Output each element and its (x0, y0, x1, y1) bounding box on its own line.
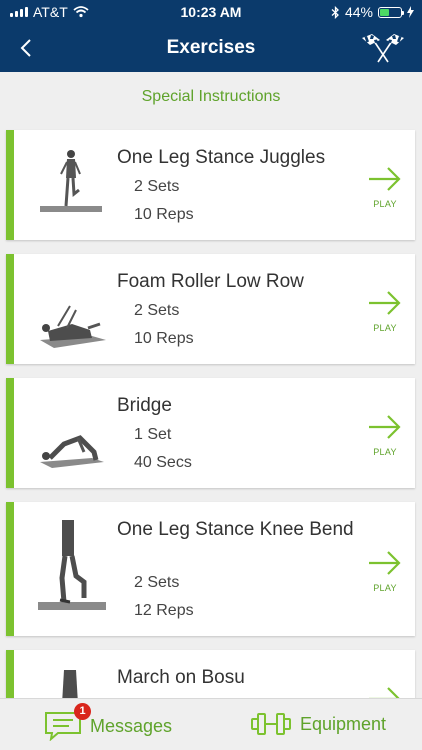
equipment-tab[interactable]: Equipment (250, 711, 386, 737)
play-label: PLAY (373, 199, 397, 209)
exercise-reps: 10 Reps (134, 330, 194, 347)
exercise-thumbnail (38, 520, 106, 610)
battery-percent: 44% (344, 4, 373, 20)
dumbbell-icon (251, 713, 291, 735)
play-button[interactable]: PLAY (367, 166, 403, 209)
exercise-sets: 2 Sets (134, 574, 180, 591)
bluetooth-icon (331, 5, 339, 19)
play-label: PLAY (373, 323, 397, 333)
nav-bar: Exercises (0, 24, 422, 72)
messages-label: Messages (90, 715, 173, 736)
exercise-name: Bridge (117, 395, 172, 416)
exercise-reps: 12 Reps (134, 602, 194, 619)
exercise-card[interactable]: One Leg Stance Knee Bend 2 Sets 12 Reps … (6, 502, 415, 636)
exercise-thumbnail (40, 150, 102, 212)
play-button[interactable]: PLAY (367, 290, 403, 333)
exercise-thumbnail (40, 435, 104, 468)
exercise-card[interactable]: Foam Roller Low Row 2 Sets 10 Reps PLAY (6, 254, 415, 364)
exercise-sets: 2 Sets (134, 302, 180, 319)
arrow-right-icon (369, 551, 401, 575)
play-label: PLAY (373, 583, 397, 593)
play-button[interactable]: PLAY (367, 414, 403, 457)
battery-icon (378, 6, 404, 18)
exercise-reps: 10 Reps (134, 206, 194, 223)
checkered-flags-icon[interactable] (358, 32, 408, 64)
exercise-sets: 2 Sets (134, 178, 180, 195)
exercise-thumbnail (40, 305, 106, 348)
exercise-name: Foam Roller Low Row (117, 271, 304, 292)
play-button[interactable]: PLAY (367, 550, 403, 593)
charging-icon (407, 6, 414, 18)
exercise-sets: 1 Set (134, 426, 172, 443)
exercise-reps: 40 Secs (134, 454, 192, 471)
arrow-right-icon (369, 291, 401, 315)
exercise-name: March on Bosu (117, 667, 245, 688)
exercise-name: One Leg Stance Juggles (117, 147, 326, 168)
arrow-right-icon (369, 415, 401, 439)
equipment-label: Equipment (300, 713, 387, 734)
arrow-right-icon (369, 167, 401, 191)
exercise-name: One Leg Stance Knee Bend (117, 519, 354, 540)
messages-badge: 1 (74, 703, 91, 720)
messages-tab[interactable]: 1 Messages (44, 703, 173, 741)
status-bar: AT&T 10:23 AM 44% (0, 0, 422, 24)
exercise-card[interactable]: One Leg Stance Juggles 2 Sets 10 Reps PL… (6, 130, 415, 240)
play-label: PLAY (373, 447, 397, 457)
status-right: 44% (331, 4, 414, 20)
special-instructions-link[interactable]: Special Instructions (0, 88, 422, 106)
exercise-card[interactable]: Bridge 1 Set 40 Secs PLAY (6, 378, 415, 488)
bottom-tab-bar: 1 Messages Equipment (0, 698, 422, 750)
